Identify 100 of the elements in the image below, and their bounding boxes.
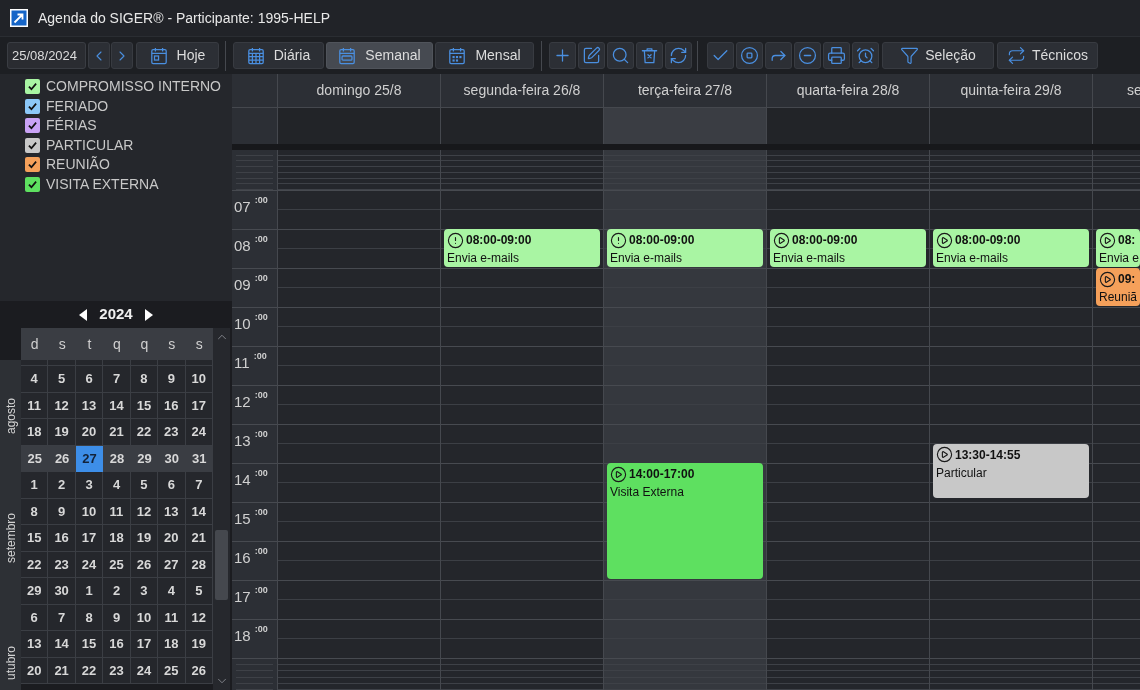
- calendar-day[interactable]: 25: [21, 445, 49, 472]
- calendar-day[interactable]: 29: [21, 578, 49, 605]
- calendar-day[interactable]: 2: [48, 472, 76, 499]
- calendar-day[interactable]: 4: [158, 578, 186, 605]
- technicians-button[interactable]: Técnicos: [997, 42, 1098, 69]
- category-checkbox[interactable]: [25, 137, 40, 153]
- calendar-week-row[interactable]: 18 19 20 21 22 23 24: [21, 419, 213, 446]
- calendar-day[interactable]: 28: [103, 445, 131, 472]
- calendar-day[interactable]: 5: [48, 366, 76, 393]
- selection-filter-button[interactable]: Seleção: [882, 42, 994, 69]
- forward-button[interactable]: [765, 42, 792, 69]
- calendar-day[interactable]: 4: [21, 366, 49, 393]
- confirm-button[interactable]: [707, 42, 734, 69]
- category-checkbox[interactable]: [25, 118, 40, 134]
- view-tab[interactable]: Diária: [233, 42, 324, 69]
- all-day-cell[interactable]: [929, 108, 1092, 144]
- calendar-day[interactable]: 27: [75, 445, 104, 472]
- calendar-day[interactable]: 4: [103, 472, 131, 499]
- day-column[interactable]: 08:00-09:00 Envia e-mails 13:30-14:55 Particular: [929, 150, 1092, 690]
- calendar-day[interactable]: 18: [103, 525, 131, 552]
- delete-button[interactable]: [636, 42, 663, 69]
- category-checkbox[interactable]: [25, 98, 40, 114]
- calendar-event[interactable]: 08:00-09:00 Envia e-mails: [933, 229, 1089, 267]
- calendar-day[interactable]: 30: [158, 445, 186, 472]
- date-field[interactable]: 25/08/2024: [7, 42, 86, 69]
- calendar-day[interactable]: 17: [130, 631, 159, 658]
- calendar-week-row[interactable]: 20 21 22 23 24 25 26: [21, 657, 213, 684]
- day-column[interactable]: 08: Envia e 09: Reuniã: [1092, 150, 1140, 690]
- next-year-button[interactable]: [144, 308, 153, 321]
- calendar-event[interactable]: 08:00-09:00 Envia e-mails: [770, 229, 926, 267]
- calendar-day[interactable]: 8: [130, 366, 159, 393]
- alarm-button[interactable]: [852, 42, 879, 69]
- calendar-event[interactable]: 14:00-17:00 Visita Externa: [607, 463, 763, 579]
- remove-button[interactable]: [794, 42, 821, 69]
- all-day-cell[interactable]: [1092, 108, 1140, 144]
- calendar-day[interactable]: 19: [48, 419, 76, 446]
- calendar-day[interactable]: 26: [48, 445, 76, 472]
- calendar-day[interactable]: 14: [48, 631, 76, 658]
- calendar-day[interactable]: 15: [21, 525, 49, 552]
- calendar-week-row[interactable]: 11 12 13 14 15 16 17: [21, 392, 213, 419]
- calendar-event[interactable]: 08:00-09:00 Envia e-mails: [444, 229, 600, 267]
- all-day-cell[interactable]: [440, 108, 603, 144]
- calendar-day[interactable]: 18: [21, 419, 49, 446]
- day-column[interactable]: 08:00-09:00 Envia e-mails 14:00-17:00 Visita Externa: [603, 150, 766, 690]
- calendar-day[interactable]: 1: [21, 472, 49, 499]
- day-column[interactable]: 08:00-09:00 Envia e-mails: [766, 150, 929, 690]
- category-checkbox[interactable]: [25, 176, 40, 192]
- calendar-day[interactable]: 6: [75, 366, 104, 393]
- calendar-day[interactable]: 25: [158, 657, 186, 684]
- today-button[interactable]: Hoje: [136, 42, 219, 69]
- previous-year-button[interactable]: [79, 308, 88, 321]
- calendar-day[interactable]: 1: [75, 578, 104, 605]
- calendar-day[interactable]: 7: [103, 366, 131, 393]
- calendar-week-row[interactable]: 15 16 17 18 19 20 21: [21, 525, 213, 552]
- calendar-day[interactable]: 23: [103, 657, 131, 684]
- calendar-week-row[interactable]: 25 26 27 28 29 30 31: [21, 445, 213, 472]
- calendar-day[interactable]: 29: [130, 445, 159, 472]
- scrollbar-thumb[interactable]: [215, 530, 228, 600]
- edit-button[interactable]: [578, 42, 605, 69]
- print-button[interactable]: [823, 42, 850, 69]
- calendar-day[interactable]: 20: [75, 419, 104, 446]
- calendar-day[interactable]: 3: [75, 472, 104, 499]
- calendar-week-row[interactable]: 8 9 10 11 12 13 14: [21, 498, 213, 525]
- calendar-day[interactable]: 16: [103, 631, 131, 658]
- calendar-day[interactable]: 15: [75, 631, 104, 658]
- all-day-cell[interactable]: [277, 108, 440, 144]
- calendar-week-row[interactable]: 13 14 15 16 17 18 19: [21, 631, 213, 658]
- calendar-week-row[interactable]: 6 7 8 9 10 11 12: [21, 604, 213, 631]
- calendar-day[interactable]: 30: [48, 578, 76, 605]
- category-checkbox[interactable]: [25, 157, 40, 173]
- category-checkbox[interactable]: [25, 79, 40, 95]
- calendar-day[interactable]: 2: [103, 578, 131, 605]
- calendar-week-row[interactable]: 29 30 1 2 3 4 5: [21, 578, 213, 605]
- calendar-day[interactable]: 6: [158, 472, 186, 499]
- all-day-cell[interactable]: [603, 108, 766, 144]
- calendar-day[interactable]: 16: [48, 525, 76, 552]
- calendar-day[interactable]: 20: [21, 657, 49, 684]
- calendar-week-row[interactable]: 1 2 3 4 5 6 7: [21, 472, 213, 499]
- stop-button[interactable]: [736, 42, 763, 69]
- calendar-day[interactable]: 18: [158, 631, 186, 658]
- view-tab[interactable]: Semanal: [326, 42, 433, 69]
- calendar-day[interactable]: 31: [185, 445, 213, 472]
- calendar-day[interactable]: 24: [130, 657, 159, 684]
- calendar-day[interactable]: 13: [21, 631, 49, 658]
- calendar-week-row[interactable]: 4 5 6 7 8 9 10: [21, 366, 213, 393]
- calendar-day[interactable]: 3: [130, 578, 159, 605]
- calendar-day[interactable]: 17: [75, 525, 104, 552]
- calendar-event[interactable]: 08: Envia e: [1096, 229, 1140, 267]
- calendar-day[interactable]: 9: [158, 366, 186, 393]
- calendar-event[interactable]: 09: Reuniã: [1096, 268, 1140, 306]
- view-tab[interactable]: Mensal: [435, 42, 534, 69]
- calendar-day[interactable]: 21: [48, 657, 76, 684]
- calendar-day[interactable]: 23: [158, 419, 186, 446]
- search-button[interactable]: [607, 42, 634, 69]
- calendar-event[interactable]: 08:00-09:00 Envia e-mails: [607, 229, 763, 267]
- calendar-day[interactable]: 20: [158, 525, 186, 552]
- scrollbar[interactable]: [213, 328, 230, 690]
- calendar-day[interactable]: 22: [130, 419, 159, 446]
- calendar-day[interactable]: 21: [103, 419, 131, 446]
- add-button[interactable]: [549, 42, 576, 69]
